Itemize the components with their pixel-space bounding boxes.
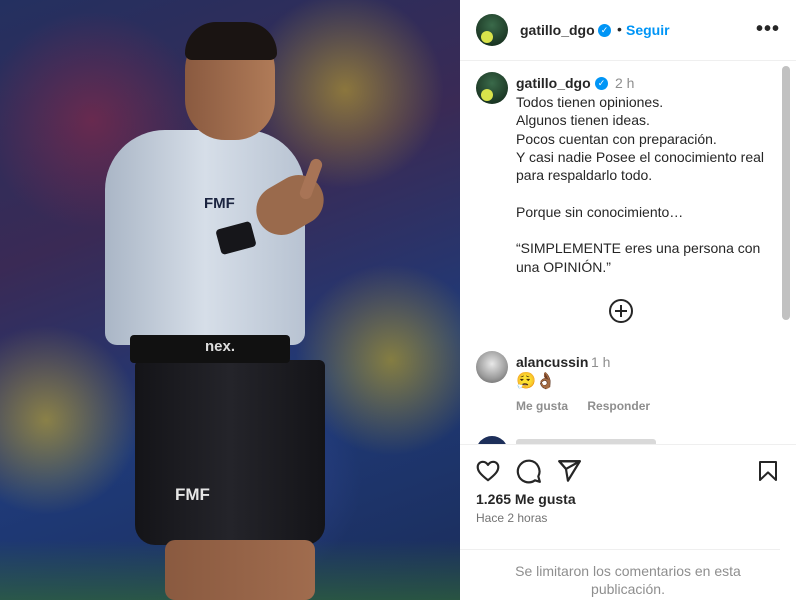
- comment-username[interactable]: alancussin: [516, 354, 588, 370]
- comments-limited-box: Se limitaron los comentarios en esta pub…: [460, 549, 780, 597]
- referee-legs: [165, 540, 315, 600]
- author-username[interactable]: gatillo_dgo: [520, 22, 595, 38]
- plus-circle-icon[interactable]: [609, 299, 633, 323]
- comment-avatar[interactable]: [476, 351, 508, 383]
- share-icon[interactable]: [556, 458, 582, 484]
- belt-text: nex.: [205, 338, 236, 355]
- caption-avatar[interactable]: [476, 72, 508, 104]
- post-actions: 1.265 Me gusta Hace 2 horas Se limitaron…: [460, 444, 796, 597]
- likes-count[interactable]: 1.265 Me gusta: [476, 491, 576, 507]
- post-panel: gatillo_dgo ✓ • Seguir ••• gatillo_dgo ✓…: [460, 0, 796, 600]
- comments-section[interactable]: gatillo_dgo ✓ 2 h Todos tienen opiniones…: [460, 61, 796, 444]
- comment-avatar[interactable]: [476, 436, 508, 444]
- caption-username[interactable]: gatillo_dgo: [516, 75, 591, 91]
- verified-icon: ✓: [598, 24, 611, 37]
- heart-icon[interactable]: [475, 458, 501, 484]
- comment-time[interactable]: 1 h: [591, 354, 610, 370]
- comment-reply-button[interactable]: Responder: [587, 399, 650, 413]
- referee-shirt: [105, 130, 305, 345]
- comment-text: 😮‍💨👌🏾: [516, 373, 556, 390]
- chest-logo: FMF: [204, 195, 235, 212]
- verified-icon: ✓: [595, 77, 608, 90]
- post-timestamp[interactable]: Hace 2 horas: [476, 511, 547, 525]
- author-avatar[interactable]: [476, 14, 508, 46]
- caption-time[interactable]: 2 h: [615, 75, 634, 91]
- caption-body: Todos tienen opiniones. Algunos tienen i…: [516, 94, 765, 275]
- caption-text: Todos tienen opiniones. Algunos tienen i…: [516, 93, 776, 276]
- follow-button[interactable]: Seguir: [626, 22, 670, 38]
- referee-hair: [185, 22, 277, 60]
- comments-scrollbar[interactable]: [782, 66, 790, 320]
- comments-limited-text: Se limitaron los comentarios en esta pub…: [515, 563, 741, 597]
- separator-dot: •: [617, 21, 622, 37]
- bookmark-icon[interactable]: [756, 458, 780, 484]
- referee-shorts: [135, 360, 325, 545]
- post-image[interactable]: FMF nex. FMF: [0, 0, 460, 600]
- post-header: gatillo_dgo ✓ • Seguir •••: [460, 0, 796, 61]
- comment-like-button[interactable]: Me gusta: [516, 399, 568, 413]
- comment-icon[interactable]: [516, 458, 542, 484]
- shorts-logo: FMF: [175, 485, 210, 504]
- more-icon[interactable]: •••: [756, 18, 780, 41]
- comment-actions: Me gusta Responder: [516, 399, 666, 413]
